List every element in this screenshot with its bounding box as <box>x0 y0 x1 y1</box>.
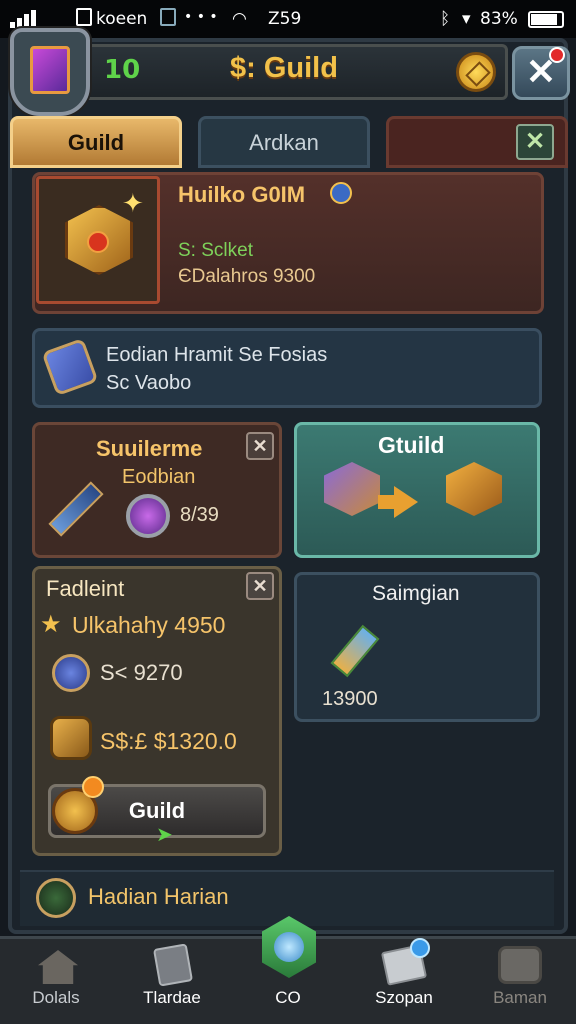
banner-line-1: Eodian Hramit Se Fosias <box>106 344 328 366</box>
member-card-close-button[interactable]: ✕ <box>246 432 274 460</box>
battery-percent: 83% <box>480 9 518 29</box>
close-button[interactable]: ✕ <box>512 46 570 100</box>
rewards-card-close-button[interactable]: ✕ <box>246 572 274 600</box>
verified-badge-icon <box>330 182 352 204</box>
house-icon <box>38 950 78 984</box>
guild-list-row-label: Hadian Harian <box>88 884 229 909</box>
member-card-title: Suuilerme <box>96 436 203 461</box>
nav-label: CO <box>275 988 301 1007</box>
nav-item-tlardae[interactable]: Tlardae <box>122 936 222 1024</box>
upgrade-card-title: Gtuild <box>378 432 445 458</box>
hammer-icon <box>152 943 194 987</box>
star-icon: ★ <box>40 611 62 638</box>
tab-ardkan[interactable]: Ardkan <box>198 116 370 168</box>
photo-icon <box>76 8 92 26</box>
reward-row-2: S< 9270 <box>100 660 183 685</box>
tab-close-button[interactable]: ✕ <box>516 124 554 160</box>
nav-label: Dolals <box>32 988 80 1007</box>
leaf-icon <box>36 878 76 918</box>
signal-icon <box>10 10 40 28</box>
treasure-icon <box>50 716 92 760</box>
nav-item-szopan[interactable]: Szopan <box>354 936 454 1024</box>
member-count: 8/39 <box>180 504 219 526</box>
nav-item-co[interactable]: CO <box>238 916 338 1024</box>
nav-label: Baman <box>493 988 547 1007</box>
item-card-title: Saimgian <box>372 582 460 605</box>
announcement-banner[interactable] <box>32 328 542 408</box>
arrow-right-icon <box>378 486 418 518</box>
guild-name: Huilko G0IM <box>178 182 306 207</box>
reward-row-1: Ulkahahy 4950 <box>72 612 226 638</box>
guild-action-label: Guild <box>128 798 186 823</box>
chest-icon <box>498 946 542 984</box>
nav-label: Tlardae <box>143 988 201 1007</box>
guild-subtitle: S: Sclket <box>178 240 253 261</box>
item-value: 13900 <box>322 688 378 710</box>
bluetooth-icon: ᛒ <box>440 9 451 29</box>
amulet-icon <box>126 494 170 538</box>
nav-item-dolals[interactable]: Dolals <box>6 936 106 1024</box>
guild-stat: ЄDalahros 9300 <box>178 266 316 287</box>
orb-core-icon <box>274 932 304 962</box>
guild-emblem-icon[interactable] <box>10 28 90 116</box>
sparkle-icon: ✦ <box>122 188 144 218</box>
battery-icon <box>528 11 564 28</box>
banner-line-2: Sc Vaobo <box>106 372 192 394</box>
tab-guild[interactable]: Guild <box>10 116 182 168</box>
cursor-icon: ➤ <box>156 824 173 846</box>
player-level: 10 <box>104 55 141 85</box>
alert-dot-icon <box>82 776 104 798</box>
signal-small-icon: ▾ <box>462 9 471 29</box>
rewards-card-title: Fadleint <box>46 576 125 601</box>
scroll-badge-icon <box>410 938 430 958</box>
gold-coin-icon[interactable] <box>456 52 496 92</box>
app-icon <box>160 8 176 26</box>
nav-item-baman[interactable]: Baman <box>470 936 570 1024</box>
notification-dot <box>549 47 565 63</box>
nav-label: Szopan <box>375 988 433 1007</box>
status-carrier: koeen <box>96 9 148 29</box>
status-time: Z59 <box>268 9 302 29</box>
reward-row-3: S$:£ $1320.0 <box>100 728 237 754</box>
gem-icon <box>52 654 90 692</box>
page-title: $: Guild <box>230 52 338 84</box>
wifi-icon: ◠ <box>232 9 247 29</box>
dots-icon: • • • <box>184 9 218 25</box>
member-card-subtitle: Eodbian <box>122 466 196 488</box>
